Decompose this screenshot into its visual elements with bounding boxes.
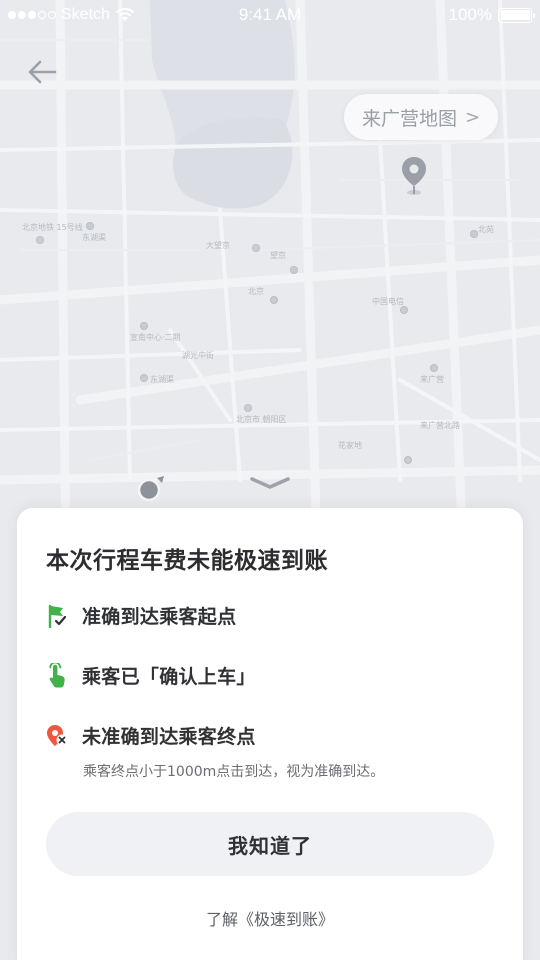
acknowledge-button[interactable]: 我知道了 [46,812,494,876]
map-poi-label: 北京地铁 15号线 [22,223,83,232]
map-poi-dot [270,296,278,304]
map-poi-label: 北京 [248,287,264,296]
map-poi-dot [290,266,298,274]
battery-percent: 100% [448,5,492,24]
map-poi-label: 来广营 [420,375,444,384]
back-arrow-icon [28,60,57,84]
condition-row-confirm: 乘客已「确认上车」 [46,662,256,689]
map-poi-dot [400,306,408,314]
map-poi-dot [140,322,148,330]
map-poi-dot [252,244,260,252]
map-road-label: 湖光中街 [182,351,214,360]
chevron-down-icon[interactable] [246,472,294,494]
condition-text: 准确到达乘客起点 [82,606,237,628]
learn-more-link[interactable]: 了解《极速到账》 [17,906,523,930]
battery-icon [498,7,535,23]
chevron-right-icon: > [465,106,481,128]
status-right: 100% [448,5,535,25]
map-poi-dot [140,374,148,382]
current-location-icon[interactable] [136,474,166,504]
map-poi-label: 望京 [270,251,286,260]
map-poi-label: 东湖渠 [82,233,106,242]
map-poi-dot [404,456,412,464]
map-poi-dot [36,236,44,244]
status-bar: Sketch 9:41 AM 100% [0,0,540,30]
map-road-label: 来广营北路 [420,421,460,430]
condition-text: 乘客已「确认上车」 [82,666,256,688]
dialog-title: 本次行程车费未能极速到账 [46,548,328,574]
map-poi-dot [430,364,438,372]
map-poi-label: 大望京 [206,241,230,250]
fast-payment-dialog: 本次行程车费未能极速到账 准确到达乘客起点 乘客已「确认上车」 未准确到达乘客终… [17,508,523,960]
open-map-label: 来广营地图 [362,107,458,130]
open-map-button[interactable]: 来广营地图 > [344,94,499,140]
condition-text: 未准确到达乘客终点 [82,726,256,748]
back-button[interactable] [22,54,62,90]
condition-row-destination: 未准确到达乘客终点 [46,722,256,749]
map-poi-dot [470,230,478,238]
battery-fill [500,10,530,20]
map-poi-label: 东湖渠 [150,375,174,384]
hand-tap-icon [46,662,68,688]
condition-note: 乘客终点小于1000m点击到达，视为准确到达。 [83,764,385,780]
map-poi-label: 中国电信 [372,297,404,306]
condition-row-pickup: 准确到达乘客起点 [46,602,236,629]
map-poi-dot [244,404,252,412]
map-poi-label: 花家地 [338,441,362,450]
map-poi-dot [86,222,94,230]
map-poi-label: 北京市 朝阳区 [236,415,287,424]
map-poi-label: 宣南中心·二期 [130,333,181,342]
pin-error-icon [46,724,68,748]
flag-check-icon [46,604,68,628]
location-pin-icon[interactable] [401,156,427,196]
map-poi-label: 北苑 [478,225,494,234]
